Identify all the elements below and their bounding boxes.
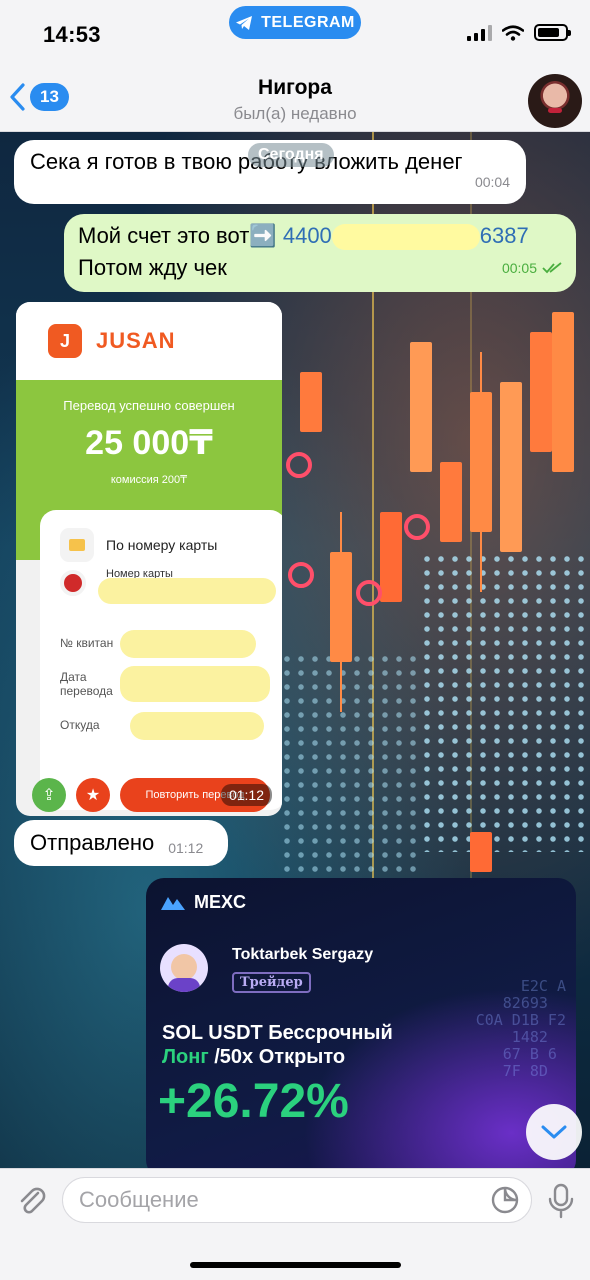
- return-to-telegram-pill[interactable]: TELEGRAM: [229, 6, 361, 39]
- transfer-details: По номеру карты Номер карты № квитан Дат…: [40, 510, 282, 810]
- redaction-highlight: [98, 578, 276, 604]
- message-text: Мой счет это вот: [78, 223, 250, 248]
- jusan-header: J JUSAN: [16, 302, 282, 380]
- wallpaper-candle: [410, 342, 432, 472]
- scroll-to-bottom-button[interactable]: [526, 1104, 582, 1160]
- message-bubble-incoming[interactable]: Отправлено 01:12: [14, 820, 228, 866]
- wallpaper-dots: [420, 552, 590, 852]
- wallpaper-candle: [530, 332, 552, 452]
- mexc-image-message[interactable]: E2C A 82693 C0A D1B F2 1482 67 B 6 7F 8D…: [146, 878, 576, 1178]
- card-number-start[interactable]: 4400: [283, 223, 332, 248]
- jusan-logo-icon: J: [48, 324, 82, 358]
- redaction-highlight: [331, 224, 480, 251]
- from-row: Откуда: [60, 708, 266, 742]
- chevron-down-icon: [541, 1125, 567, 1139]
- position-direction: Лонг /50x Открыто: [162, 1046, 345, 1069]
- date-label-2: перевода: [60, 684, 113, 698]
- double-check-icon: [542, 262, 562, 274]
- wallpaper-candle: [552, 312, 574, 472]
- transfer-status: Перевод успешно совершен: [63, 398, 235, 413]
- card-icon: [60, 528, 94, 562]
- redaction-highlight: [120, 630, 256, 658]
- trader-avatar: [160, 944, 208, 992]
- status-time: 14:53: [43, 22, 101, 47]
- cellular-signal-icon: [467, 24, 492, 41]
- date-row: Дата перевода: [60, 660, 270, 708]
- date-chip: Сегодня: [248, 143, 334, 167]
- wallpaper-dots: [280, 652, 420, 882]
- message-input[interactable]: [62, 1177, 532, 1223]
- position-pair: SOL USDT Бессрочный: [162, 1022, 393, 1044]
- wallpaper-ring: [356, 580, 382, 606]
- from-label: Откуда: [60, 718, 100, 732]
- chat-title[interactable]: Нигора: [0, 76, 590, 100]
- bank-logo-icon: [60, 570, 86, 596]
- mexc-brand: MEXC: [194, 892, 247, 912]
- wallpaper-wick: [480, 352, 482, 592]
- message-time: 01:12: [168, 840, 204, 856]
- app-pill-label: TELEGRAM: [261, 13, 355, 31]
- telegram-icon: [236, 15, 253, 30]
- trader-name: Toktarbek Sergazy: [232, 946, 374, 963]
- wallpaper-candle: [500, 382, 522, 552]
- navigation-header: 14:53 TELEGRAM 13 Нигора был(а) недавно: [0, 0, 590, 132]
- receipt-number-label: № квитан: [60, 636, 114, 650]
- message-line-1: Мой счет это вот➡️ 4400 6387: [78, 220, 562, 252]
- star-icon: ★: [76, 778, 110, 812]
- wallpaper-ring: [404, 514, 430, 540]
- last-seen-status: был(а) недавно: [233, 104, 357, 123]
- wallpaper-candle: [300, 372, 322, 432]
- card-number-end[interactable]: 6387: [480, 223, 529, 248]
- message-bubble-outgoing[interactable]: Мой счет это вот➡️ 4400 6387 Потом жду че…: [64, 214, 576, 292]
- redaction-highlight: [130, 712, 264, 740]
- mexc-logo: MEXC: [160, 892, 246, 913]
- wallpaper-candle: [440, 462, 462, 542]
- wallpaper-candle: [470, 832, 492, 872]
- share-icon: ⇪: [32, 778, 66, 812]
- position-leverage: /50x Открыто: [214, 1046, 346, 1068]
- paperclip-icon[interactable]: [14, 1183, 48, 1217]
- wallpaper-ring: [286, 452, 312, 478]
- wallpaper-candle: [380, 512, 402, 602]
- battery-icon: [534, 24, 571, 41]
- message-time: 00:04: [474, 174, 510, 190]
- hex-background: E2C A 82693 C0A D1B F2 1482 67 B 6 7F 8D: [475, 977, 566, 1080]
- method-label: По номеру карты: [106, 537, 218, 553]
- trader-badge: Трейдер: [232, 972, 311, 993]
- jusan-brand: JUSAN: [96, 328, 176, 353]
- system-icons: [467, 24, 571, 41]
- transfer-fee: комиссия 200₸: [110, 474, 188, 486]
- redaction-highlight: [120, 666, 270, 702]
- card-number-row: Номер карты: [60, 564, 276, 604]
- transfer-amount: 25 000₸: [85, 424, 213, 462]
- position-long: Лонг: [162, 1046, 209, 1068]
- sticker-icon[interactable]: [490, 1185, 520, 1215]
- message-text: Сека я готов в твою работу вложить денег: [30, 149, 463, 174]
- arrow-right-emoji-icon: ➡️: [249, 223, 277, 248]
- date-label: Дата: [60, 670, 87, 684]
- contact-avatar[interactable]: [528, 74, 582, 128]
- message-meta: 00:05: [502, 252, 562, 284]
- receipt-image-message[interactable]: J JUSAN Перевод успешно совершен 25 000₸…: [16, 302, 282, 816]
- message-text: Отправлено: [30, 830, 155, 855]
- wallpaper-ring: [288, 562, 314, 588]
- receipt-number-row: № квитан: [60, 626, 266, 660]
- message-line-2: Потом жду чек: [78, 255, 227, 280]
- message-time: 00:05: [501, 260, 537, 276]
- mexc-logo-icon: [161, 896, 185, 910]
- home-indicator: [190, 1262, 401, 1268]
- wallpaper-wick: [340, 512, 342, 712]
- microphone-icon[interactable]: [547, 1183, 575, 1219]
- image-time: 01:12: [220, 784, 272, 806]
- method-row: По номеру карты: [60, 526, 266, 564]
- wifi-icon: [502, 24, 524, 41]
- pnl-percentage: +26.72%: [158, 1075, 349, 1128]
